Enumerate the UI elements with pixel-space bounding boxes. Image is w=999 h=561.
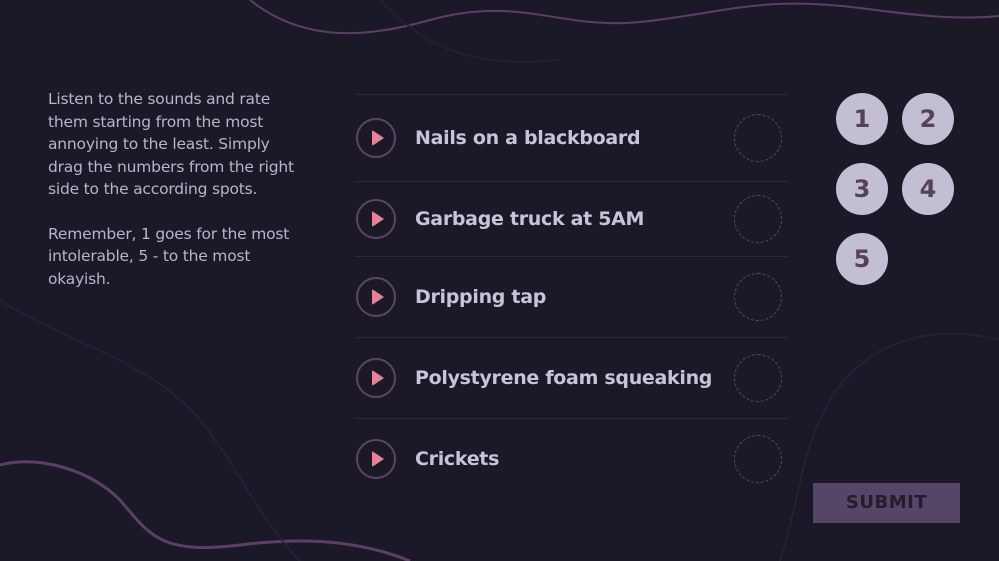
- sound-label: Garbage truck at 5AM: [415, 208, 645, 230]
- play-button[interactable]: [356, 118, 396, 158]
- play-icon: [372, 289, 384, 305]
- play-icon: [372, 451, 384, 467]
- rank-token-4[interactable]: 4: [902, 163, 954, 215]
- sound-row: Nails on a blackboard: [355, 95, 788, 182]
- sound-list: Nails on a blackboard Garbage truck at 5…: [355, 94, 788, 499]
- rank-token-2[interactable]: 2: [902, 93, 954, 145]
- sound-row: Polystyrene foam squeaking: [355, 338, 788, 419]
- rank-drop-slot[interactable]: [734, 114, 782, 162]
- rating-page: Listen to the sounds and rate them start…: [0, 0, 999, 561]
- rank-token-5[interactable]: 5: [836, 233, 888, 285]
- sound-label: Nails on a blackboard: [415, 127, 641, 149]
- play-button[interactable]: [356, 358, 396, 398]
- play-button[interactable]: [356, 439, 396, 479]
- sound-label: Polystyrene foam squeaking: [415, 367, 713, 389]
- sound-label: Dripping tap: [415, 286, 547, 308]
- rank-token-1[interactable]: 1: [836, 93, 888, 145]
- instructions-paragraph-1: Listen to the sounds and rate them start…: [48, 90, 294, 198]
- play-button[interactable]: [356, 277, 396, 317]
- sound-row: Crickets: [355, 419, 788, 499]
- submit-button[interactable]: SUBMIT: [813, 483, 960, 523]
- sound-label: Crickets: [415, 448, 500, 470]
- rank-drop-slot[interactable]: [734, 195, 782, 243]
- play-icon: [372, 130, 384, 146]
- instructions: Listen to the sounds and rate them start…: [48, 88, 308, 290]
- play-button[interactable]: [356, 199, 396, 239]
- play-icon: [372, 370, 384, 386]
- rank-drop-slot[interactable]: [734, 273, 782, 321]
- sound-row: Dripping tap: [355, 257, 788, 338]
- rank-drop-slot[interactable]: [734, 435, 782, 483]
- rank-token-3[interactable]: 3: [836, 163, 888, 215]
- play-icon: [372, 211, 384, 227]
- sound-row: Garbage truck at 5AM: [355, 182, 788, 257]
- rank-drop-slot[interactable]: [734, 354, 782, 402]
- instructions-paragraph-2: Remember, 1 goes for the most intolerabl…: [48, 224, 290, 288]
